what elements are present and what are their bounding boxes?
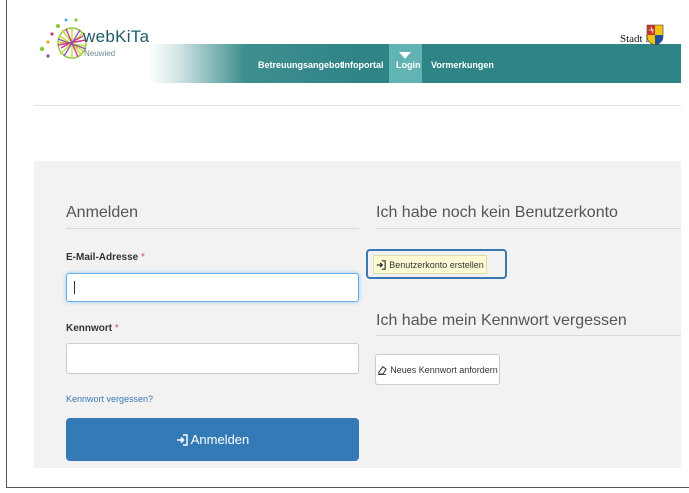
sign-in-icon: [176, 433, 188, 446]
email-label: E-Mail-Adresse *: [66, 252, 145, 263]
brand-name: webKiTa: [83, 27, 150, 46]
login-submit-label: Anmelden: [190, 432, 250, 447]
request-password-label: Neues Kennwort anfordern: [390, 364, 498, 375]
header-divider: [34, 105, 681, 106]
login-heading: Anmelden: [66, 204, 139, 221]
city-crest-icon: [646, 24, 664, 46]
forgot-password-link[interactable]: Kennwort vergessen?: [66, 394, 153, 404]
eraser-icon: [378, 365, 388, 375]
nav-item-infoportal[interactable]: Infoportal: [342, 60, 384, 70]
nav-item-vormerkungen[interactable]: Vormerkungen: [431, 60, 494, 70]
nav-item-betreuungsangebot[interactable]: Betreuungsangebot: [258, 60, 343, 70]
create-account-button-face: Benutzerkonto erstellen: [373, 255, 487, 274]
sign-in-icon: [377, 259, 386, 270]
password-required-mark: *: [114, 323, 119, 334]
email-label-text: E-Mail-Adresse: [66, 252, 139, 263]
nav-caret-icon: [399, 52, 411, 59]
request-password-button[interactable]: Neues Kennwort anfordern: [375, 354, 500, 385]
reset-heading-divider: [376, 335, 681, 336]
main-navbar: Betreuungsangebot Infoportal Login Vorme…: [148, 44, 681, 83]
password-label: Kennwort *: [66, 323, 119, 334]
login-heading-divider: [66, 228, 359, 229]
create-account-label: Benutzerkonto erstellen: [389, 259, 484, 270]
create-account-button[interactable]: Benutzerkonto erstellen: [366, 249, 507, 279]
password-label-text: Kennwort: [66, 323, 113, 334]
register-heading-divider: [376, 228, 681, 229]
brand-subtitle: Neuwied: [84, 49, 116, 58]
reset-heading: Ich habe mein Kennwort vergessen: [376, 312, 627, 329]
email-field[interactable]: [66, 273, 359, 302]
text-cursor: [74, 281, 75, 294]
login-submit-button[interactable]: Anmelden: [66, 418, 359, 461]
register-heading: Ich habe noch kein Benutzerkonto: [376, 204, 618, 221]
password-field[interactable]: [66, 343, 359, 374]
email-required-mark: *: [141, 252, 145, 263]
nav-item-login[interactable]: Login: [396, 60, 421, 70]
